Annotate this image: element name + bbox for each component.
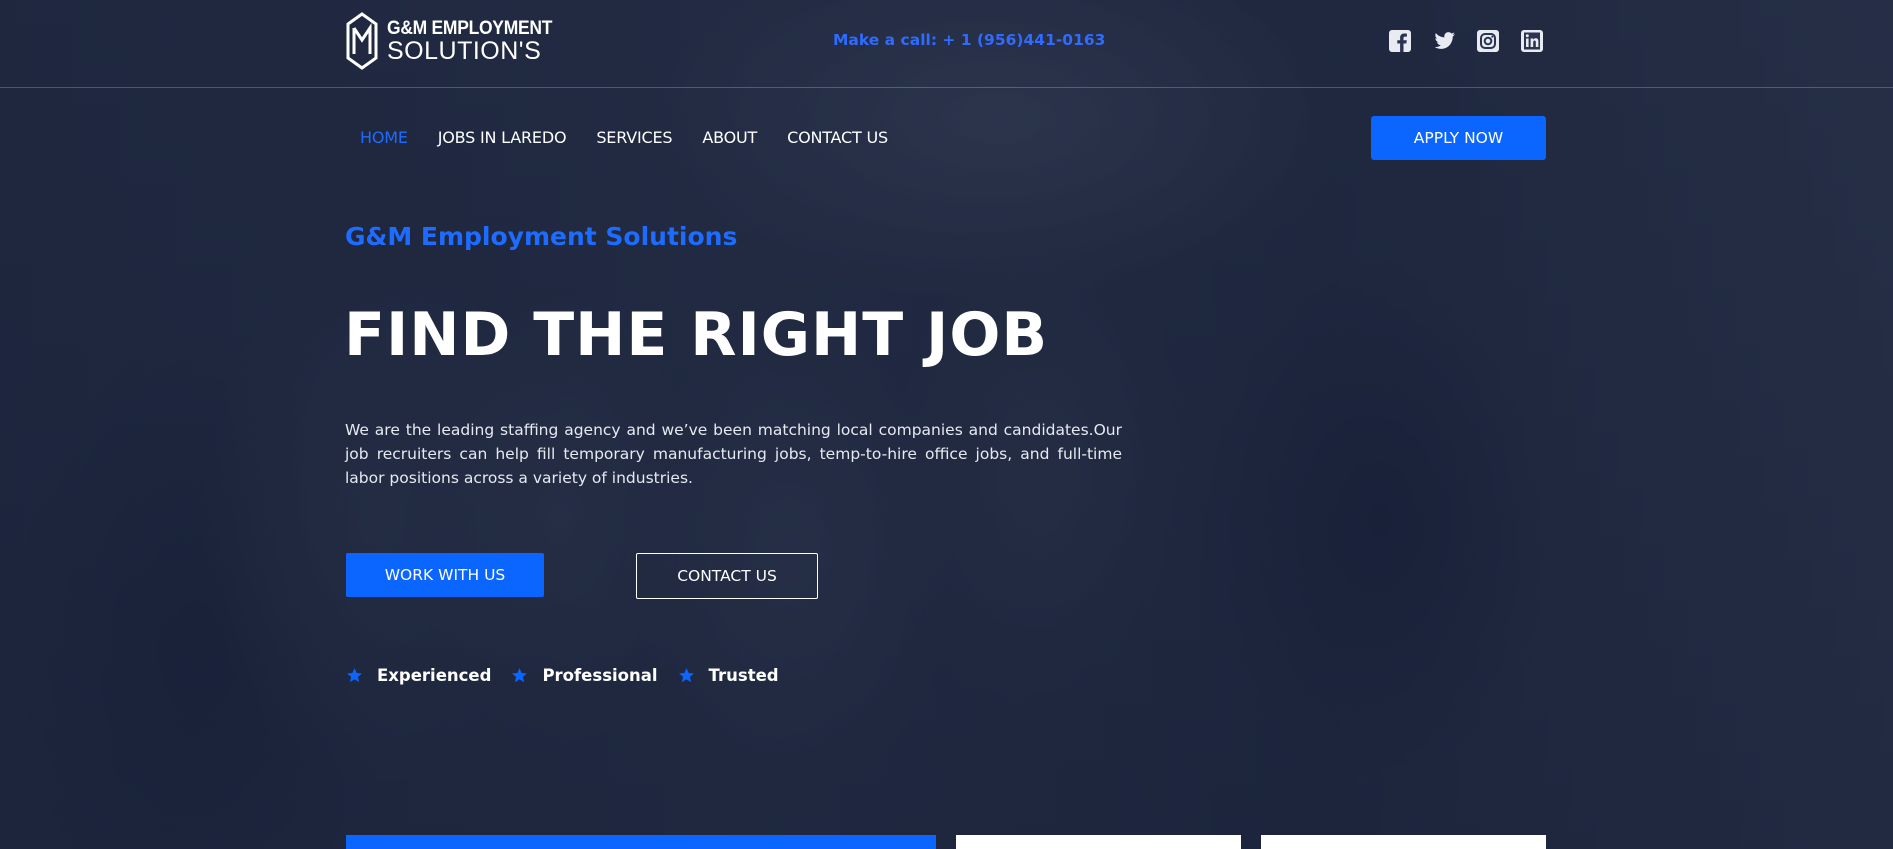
nav-item-contact-us[interactable]: CONTACT US bbox=[787, 128, 888, 147]
phone-link[interactable]: Make a call: + 1 (956)441-0163 bbox=[833, 31, 1105, 49]
hero-description: We are the leading staffing agency and w… bbox=[345, 421, 1122, 487]
linkedin-icon[interactable] bbox=[1520, 29, 1544, 53]
badge-professional: Professional bbox=[511, 666, 658, 685]
main-nav: HOME JOBS IN LAREDO SERVICES ABOUT CONTA… bbox=[360, 128, 918, 147]
contact-us-button[interactable]: CONTACT US bbox=[636, 553, 818, 599]
nav-item-home[interactable]: HOME bbox=[360, 128, 408, 147]
logo-mark-icon bbox=[346, 12, 378, 70]
badge-label: Professional bbox=[542, 666, 658, 685]
feature-card bbox=[1261, 835, 1546, 849]
star-icon bbox=[347, 668, 362, 683]
star-icon bbox=[512, 668, 528, 683]
twitter-icon[interactable] bbox=[1432, 29, 1456, 53]
facebook-icon[interactable] bbox=[1388, 29, 1412, 53]
nav-item-services[interactable]: SERVICES bbox=[596, 128, 672, 147]
hero-subtitle: G&M Employment Solutions bbox=[345, 222, 738, 251]
feature-card-primary bbox=[346, 835, 936, 849]
nav-item-jobs-in-laredo[interactable]: JOBS IN LAREDO bbox=[438, 128, 567, 147]
nav-item-about[interactable]: ABOUT bbox=[702, 128, 757, 147]
top-bar: G&M EMPLOYMENT SOLUTION'S Make a call: +… bbox=[0, 0, 1893, 88]
logo[interactable]: G&M EMPLOYMENT SOLUTION'S bbox=[345, 10, 566, 72]
badge-label: Trusted bbox=[708, 666, 779, 685]
badge-label: Experienced bbox=[377, 666, 492, 685]
work-with-us-button[interactable]: WORK WITH US bbox=[346, 553, 544, 597]
badge-trusted: Trusted bbox=[678, 666, 779, 685]
feature-card bbox=[956, 835, 1241, 849]
logo-line1: G&M EMPLOYMENT bbox=[387, 17, 553, 39]
star-icon bbox=[678, 668, 694, 683]
hero-headline: FIND THE RIGHT JOB bbox=[344, 300, 1049, 370]
social-links bbox=[1388, 29, 1544, 53]
instagram-icon[interactable] bbox=[1476, 29, 1500, 53]
logo-line2: SOLUTION'S bbox=[387, 36, 542, 65]
apply-now-button[interactable]: APPLY NOW bbox=[1371, 116, 1546, 160]
trust-badges: Experienced Professional Trusted bbox=[346, 666, 799, 685]
badge-experienced: Experienced bbox=[346, 666, 491, 685]
